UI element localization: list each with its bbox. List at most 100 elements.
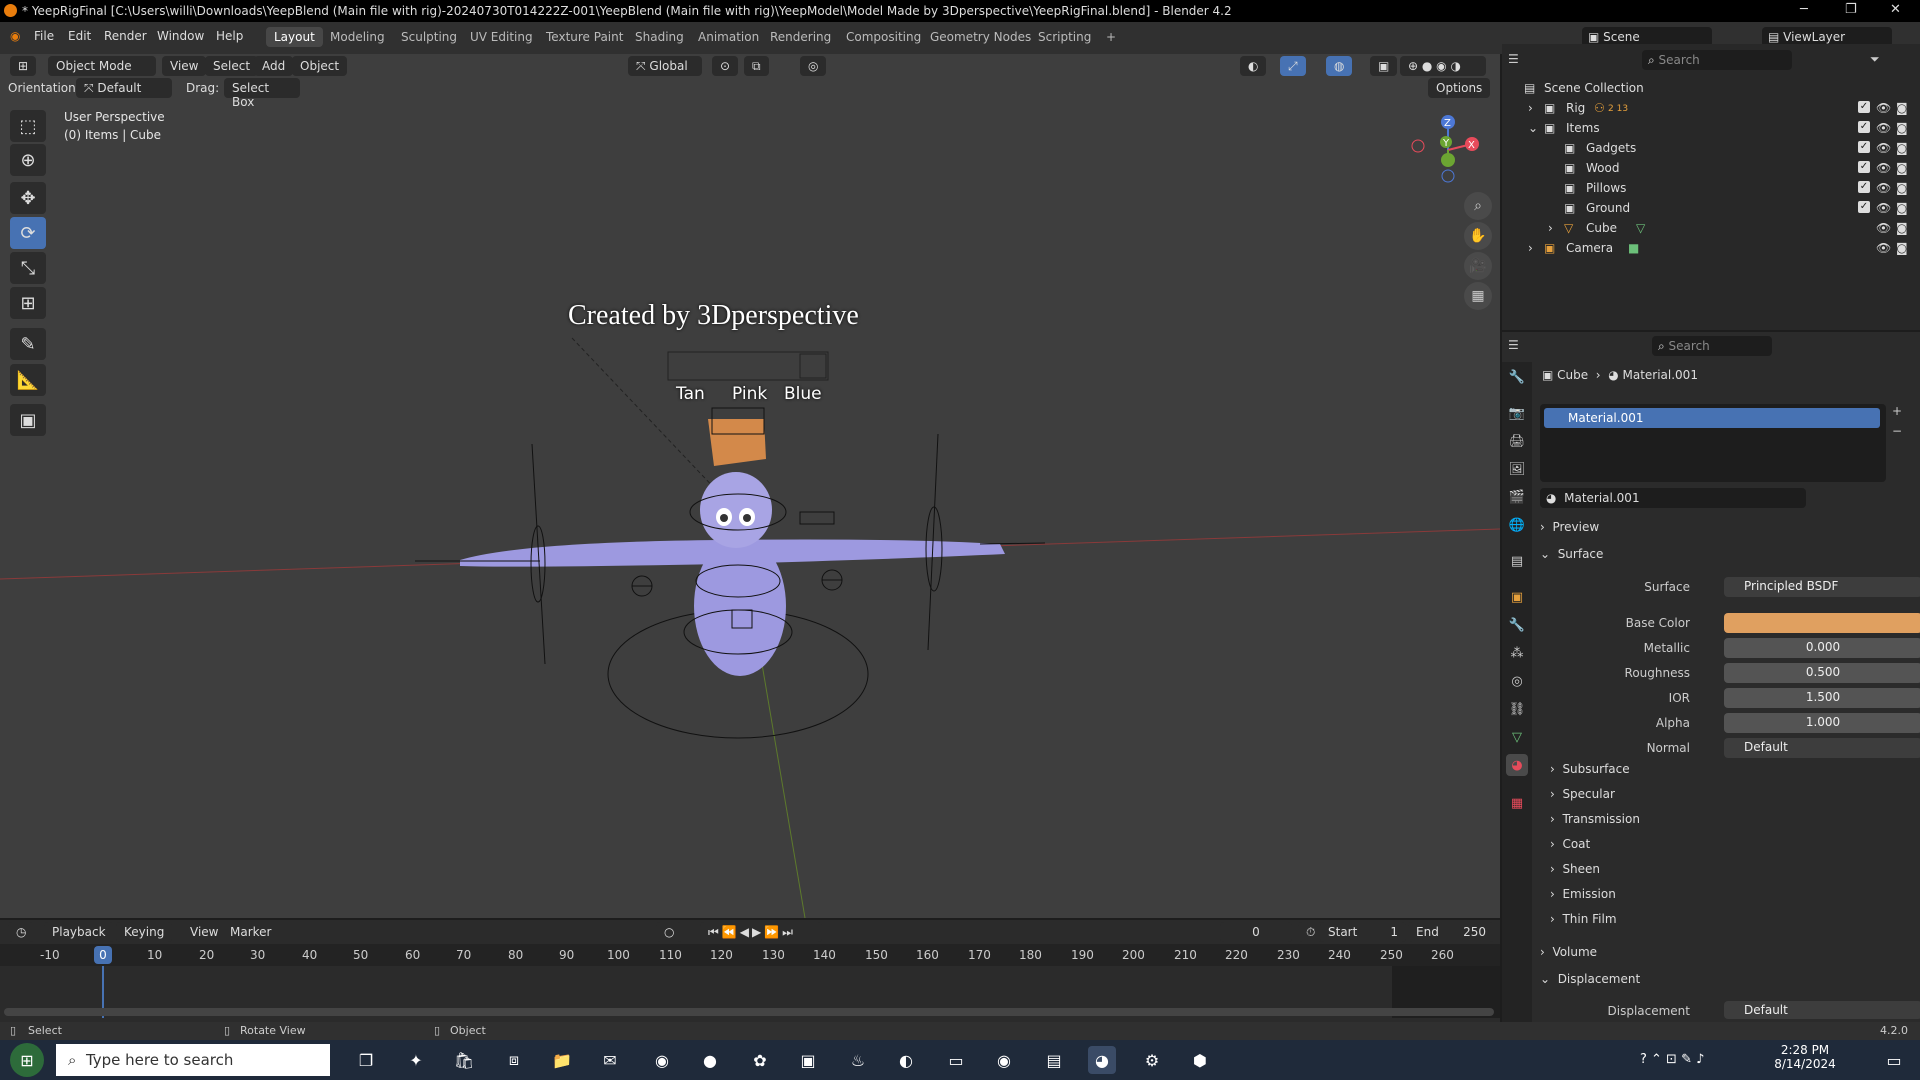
tool-tab-icon[interactable]: 🔧 bbox=[1506, 366, 1528, 388]
menu-help[interactable]: Help bbox=[216, 29, 243, 43]
eye-icon[interactable]: 👁 bbox=[1876, 221, 1891, 235]
davinci-icon[interactable]: ✿ bbox=[746, 1046, 774, 1074]
constraints-tab-icon[interactable]: ⛓ bbox=[1506, 698, 1528, 720]
metallic-field[interactable]: 0.000 bbox=[1724, 638, 1920, 658]
thin-film-section[interactable]: › Thin Film bbox=[1550, 912, 1910, 934]
store-icon[interactable]: 🛍 bbox=[450, 1046, 478, 1074]
chrome-icon[interactable]: ◉ bbox=[648, 1046, 676, 1074]
blender-menu-icon[interactable]: ◉ bbox=[10, 29, 20, 43]
camera-icon[interactable]: ◙ bbox=[1896, 201, 1908, 215]
outliner-row-camera[interactable]: › ▣ Camera ■ 👁 ◙ bbox=[1502, 238, 1920, 258]
chrome-2-icon[interactable]: ◉ bbox=[990, 1046, 1018, 1074]
terminal-icon[interactable]: ▤ bbox=[1040, 1046, 1068, 1074]
tab-animation[interactable]: Animation bbox=[690, 27, 767, 47]
expand-icon[interactable]: › bbox=[1528, 101, 1533, 115]
close-icon[interactable]: ✕ bbox=[1890, 2, 1901, 17]
expand-icon[interactable]: › bbox=[1528, 241, 1533, 255]
marker-menu[interactable]: Marker bbox=[222, 922, 279, 942]
tab-rendering[interactable]: Rendering bbox=[762, 27, 839, 47]
displacement-field[interactable]: Default bbox=[1724, 1001, 1920, 1019]
checkbox-icon[interactable]: ✓ bbox=[1858, 101, 1870, 113]
outliner-row-items[interactable]: ⌄ ▣ Items ✓ 👁 ◙ bbox=[1502, 118, 1920, 138]
texture-tab-icon[interactable]: ▦ bbox=[1506, 792, 1528, 814]
tab-layout[interactable]: Layout bbox=[266, 27, 323, 47]
emission-section[interactable]: › Emission bbox=[1550, 887, 1910, 909]
maximize-icon[interactable]: ❐ bbox=[1845, 2, 1857, 17]
output-tab-icon[interactable]: 🖨 bbox=[1506, 430, 1528, 452]
add-workspace-icon[interactable]: + bbox=[1098, 27, 1124, 47]
camera-icon[interactable]: ◙ bbox=[1896, 241, 1908, 255]
subsurface-section[interactable]: › Subsurface bbox=[1550, 762, 1910, 784]
material-tab-icon[interactable]: ◕ bbox=[1506, 754, 1528, 776]
3d-viewport[interactable]: ⊞ Object Mode View Select Add Object ⤧ G… bbox=[0, 54, 1500, 918]
checkbox-icon[interactable]: ✓ bbox=[1858, 121, 1870, 133]
file-explorer-icon[interactable]: 📁 bbox=[548, 1046, 576, 1074]
current-frame-field[interactable]: 0 bbox=[1220, 922, 1292, 942]
preview-section[interactable]: › Preview bbox=[1540, 520, 1900, 542]
media-icon[interactable]: ◐ bbox=[892, 1046, 920, 1074]
tab-geometry-nodes[interactable]: Geometry Nodes bbox=[922, 27, 1039, 47]
camera-icon[interactable]: ◙ bbox=[1896, 221, 1908, 235]
transmission-section[interactable]: › Transmission bbox=[1550, 812, 1910, 834]
menu-edit[interactable]: Edit bbox=[68, 29, 91, 43]
view-layer-tab-icon[interactable]: 🖼 bbox=[1506, 458, 1528, 480]
steam-icon[interactable]: ♨ bbox=[844, 1046, 872, 1074]
start-button-icon[interactable]: ⊞ bbox=[10, 1043, 44, 1077]
camera-icon[interactable]: ◙ bbox=[1896, 141, 1908, 155]
scene-tab-icon[interactable]: 🎬 bbox=[1506, 486, 1528, 508]
particles-tab-icon[interactable]: ⁂ bbox=[1506, 642, 1528, 664]
outliner-editor-icon[interactable]: ☰ bbox=[1508, 52, 1519, 66]
properties-search[interactable]: ⌕ Search bbox=[1652, 336, 1772, 356]
tab-texture-paint[interactable]: Texture Paint bbox=[538, 27, 631, 47]
data-tab-icon[interactable]: ▽ bbox=[1506, 726, 1528, 748]
timeline-editor-icon[interactable]: ◷ bbox=[8, 922, 35, 942]
tab-modeling[interactable]: Modeling bbox=[322, 27, 393, 47]
base-color-swatch[interactable] bbox=[1724, 613, 1920, 633]
notification-icon[interactable]: ▭ bbox=[1880, 1046, 1908, 1074]
tab-uv-editing[interactable]: UV Editing bbox=[462, 27, 541, 47]
outliner-row-scene-collection[interactable]: ▤ Scene Collection bbox=[1502, 78, 1920, 98]
tab-sculpting[interactable]: Sculpting bbox=[393, 27, 465, 47]
timeline-scrollbar[interactable] bbox=[4, 1008, 1494, 1016]
checkbox-icon[interactable]: ✓ bbox=[1858, 201, 1870, 213]
tab-shading[interactable]: Shading bbox=[627, 27, 692, 47]
object-tab-icon[interactable]: ▣ bbox=[1506, 586, 1528, 608]
camera-icon[interactable]: ◙ bbox=[1896, 161, 1908, 175]
copilot-icon[interactable]: ✦ bbox=[402, 1046, 430, 1074]
checkbox-icon[interactable]: ✓ bbox=[1858, 141, 1870, 153]
outliner-row-rig[interactable]: › ▣ Rig ⚇ 2 13 ✓ 👁 ◙ bbox=[1502, 98, 1920, 118]
playhead[interactable]: 0 bbox=[94, 946, 112, 964]
end-frame-field[interactable]: End 250 bbox=[1408, 922, 1494, 942]
render-tab-icon[interactable]: 📷 bbox=[1506, 402, 1528, 424]
outliner-row-pillows[interactable]: ▣ Pillows ✓ 👁 ◙ bbox=[1502, 178, 1920, 198]
tab-scripting[interactable]: Scripting bbox=[1030, 27, 1099, 47]
blender-taskbar-icon[interactable]: ◕ bbox=[1088, 1046, 1116, 1074]
checkbox-icon[interactable]: ✓ bbox=[1858, 161, 1870, 173]
modifier-tab-icon[interactable]: 🔧 bbox=[1506, 614, 1528, 636]
app-icon[interactable]: ▣ bbox=[794, 1046, 822, 1074]
specular-section[interactable]: › Specular bbox=[1550, 787, 1910, 809]
frame-ruler[interactable]: -10 0 10 20 30 40 50 60 70 80 90 100 110… bbox=[0, 944, 1500, 966]
eye-icon[interactable]: 👁 bbox=[1876, 161, 1891, 175]
eye-icon[interactable]: 👁 bbox=[1876, 141, 1891, 155]
sheen-section[interactable]: › Sheen bbox=[1550, 862, 1910, 884]
record-icon[interactable]: ○ bbox=[656, 922, 683, 942]
dropbox-icon[interactable]: ⧈ bbox=[500, 1046, 528, 1074]
outliner-search[interactable]: ⌕ Search bbox=[1642, 50, 1792, 70]
app-3-icon[interactable]: ⬢ bbox=[1186, 1046, 1214, 1074]
playback-menu[interactable]: Playback bbox=[44, 922, 114, 942]
taskbar-search[interactable]: ⌕ Type here to search bbox=[56, 1044, 330, 1076]
material-slot-item[interactable]: Material.001 bbox=[1544, 408, 1880, 428]
world-tab-icon[interactable]: 🌐 bbox=[1506, 514, 1528, 536]
surface-section[interactable]: ⌄ Surface bbox=[1540, 547, 1900, 569]
eye-icon[interactable]: 👁 bbox=[1876, 101, 1891, 115]
add-slot-icon[interactable]: + bbox=[1892, 404, 1902, 418]
collection-tab-icon[interactable]: ▤ bbox=[1506, 550, 1528, 572]
checkbox-icon[interactable]: ✓ bbox=[1858, 181, 1870, 193]
ior-field[interactable]: 1.500 bbox=[1724, 688, 1920, 708]
playback-controls[interactable]: ⏮⏪◀▶⏩⏭ bbox=[700, 922, 822, 942]
camera-icon[interactable]: ◙ bbox=[1896, 121, 1908, 135]
material-name-field[interactable]: ◕ Material.001 bbox=[1540, 488, 1806, 508]
clock[interactable]: 2:28 PM 8/14/2024 bbox=[1770, 1043, 1840, 1071]
displacement-section[interactable]: ⌄ Displacement bbox=[1540, 972, 1900, 994]
